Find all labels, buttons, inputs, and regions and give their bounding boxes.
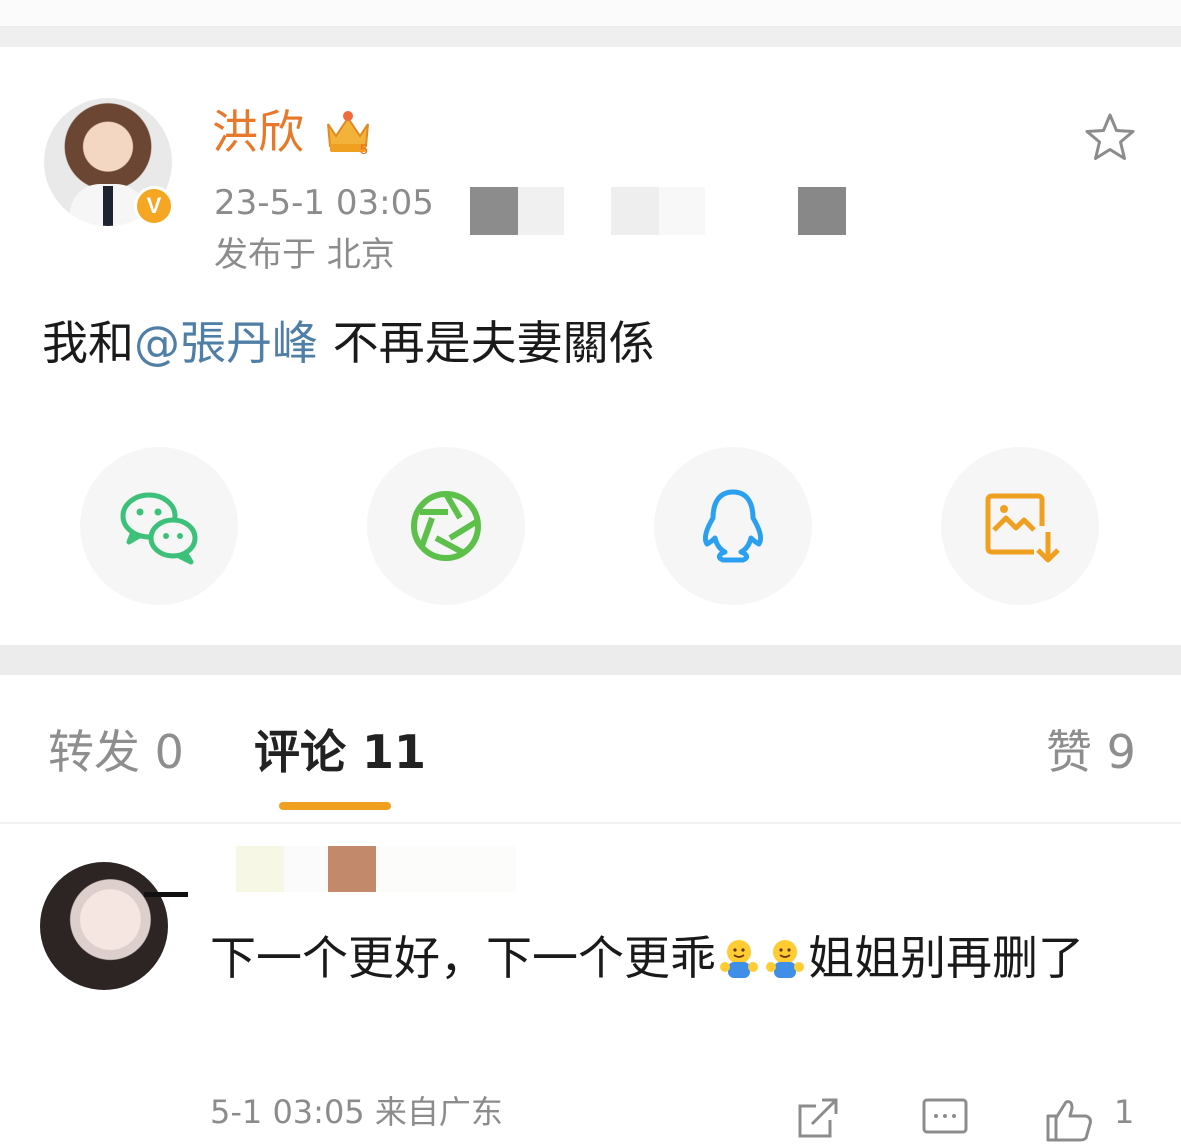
repost-icon[interactable] xyxy=(794,1094,844,1144)
tab-comments[interactable]: 评论 11 xyxy=(254,720,426,784)
blurred-username xyxy=(284,846,328,892)
commenter-avatar[interactable] xyxy=(40,862,168,990)
save-image-button[interactable] xyxy=(941,447,1099,605)
comment-body: 下一个更好，下一个更乖 xyxy=(210,931,716,985)
post-time: 23-5-1 03:05 xyxy=(214,183,434,223)
like-thumb-icon[interactable] xyxy=(1044,1094,1094,1144)
section-gap xyxy=(0,27,1181,47)
post-text: 我和@張丹峰 不再是夫妻關係 xyxy=(42,312,655,374)
blurred-username xyxy=(376,846,516,892)
active-tab-indicator xyxy=(279,802,391,810)
blurred-region xyxy=(798,187,846,235)
tab-likes[interactable]: 赞 9 xyxy=(1046,720,1136,784)
comment-like-count: 1 xyxy=(1114,1093,1135,1131)
share-wechat-button[interactable] xyxy=(80,447,238,605)
comment-reply-icon[interactable] xyxy=(920,1094,970,1144)
post-location: 发布于 北京 xyxy=(214,235,395,275)
section-gap xyxy=(0,645,1181,675)
svg-text:5: 5 xyxy=(360,141,368,156)
tab-repost[interactable]: 转发 0 xyxy=(48,720,184,784)
comment-meta: 5-1 03:05 来自广东 xyxy=(210,1093,503,1131)
blurred-username xyxy=(236,846,284,892)
post-text-after: 不再是夫妻關係 xyxy=(318,316,655,370)
wechat-icon xyxy=(120,492,198,565)
blurred-region xyxy=(518,187,564,235)
share-moments-button[interactable] xyxy=(367,447,525,605)
save-image-icon xyxy=(985,493,1060,563)
moments-icon xyxy=(411,491,481,561)
crown-vip-icon: 5 xyxy=(327,111,369,156)
hug-emoji-icon xyxy=(766,940,804,978)
blurred-region xyxy=(470,187,518,235)
qq-icon xyxy=(702,489,764,563)
star-favorite-icon[interactable] xyxy=(1082,110,1138,166)
verified-badge-icon: V xyxy=(134,186,174,226)
share-qq-button[interactable] xyxy=(654,447,812,605)
hug-emoji-icon xyxy=(720,940,758,978)
blurred-username xyxy=(328,846,376,892)
blur-artifact xyxy=(144,892,188,897)
blurred-region xyxy=(611,187,659,235)
avatar-tie xyxy=(103,186,113,226)
comment-text: 下一个更好，下一个更乖 姐姐别再删了 xyxy=(210,922,1130,994)
post-text-before: 我和 xyxy=(42,316,134,370)
author-name[interactable]: 洪欣 xyxy=(212,102,304,162)
top-bar xyxy=(0,0,1181,27)
blurred-region xyxy=(659,187,705,235)
comment-body-end: 姐姐别再删了 xyxy=(808,931,1084,985)
divider xyxy=(0,822,1181,824)
mention-link[interactable]: @張丹峰 xyxy=(134,316,318,370)
